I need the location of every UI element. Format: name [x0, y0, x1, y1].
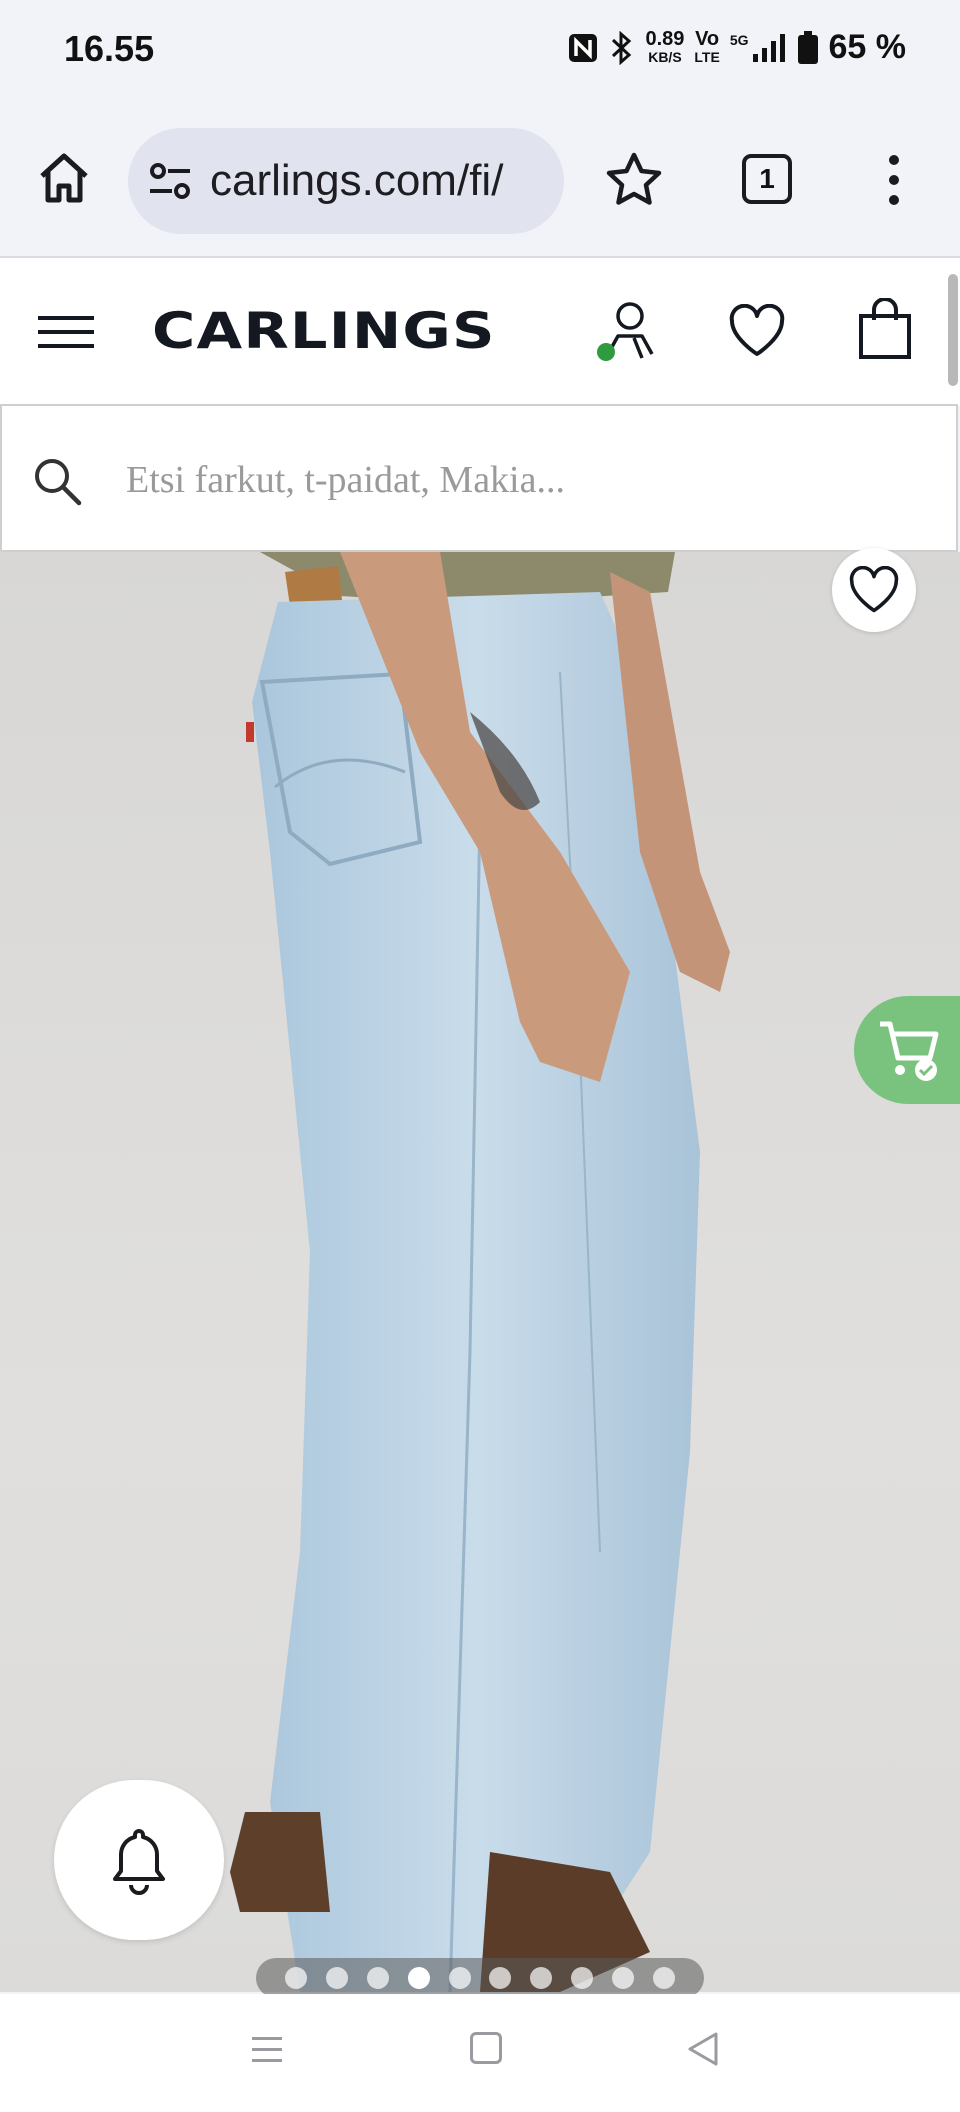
net-speed: 0.89 KB/S	[645, 27, 685, 65]
page-scrollbar[interactable]	[948, 274, 958, 386]
bell-icon	[113, 1829, 165, 1895]
cart-check-icon	[880, 1021, 939, 1081]
carousel-dot[interactable]	[530, 1967, 553, 1989]
hamburger-icon[interactable]	[38, 314, 94, 350]
shopping-bag-icon[interactable]	[858, 298, 912, 360]
cart-button[interactable]	[854, 996, 960, 1104]
more-vert-icon[interactable]	[880, 150, 908, 210]
star-icon[interactable]	[604, 150, 664, 210]
battery-icon	[797, 30, 818, 64]
search-bar	[0, 404, 958, 552]
recents-icon[interactable]	[250, 2032, 284, 2066]
heart-icon[interactable]	[728, 304, 786, 358]
carousel-dot[interactable]	[407, 1967, 430, 1989]
tune-icon[interactable]	[148, 159, 192, 203]
bluetooth-icon	[612, 30, 632, 65]
volte-indicator: Vo LTE	[694, 27, 720, 65]
url-text[interactable]: carlings.com/fi/	[210, 156, 550, 206]
carousel-dot[interactable]	[489, 1967, 512, 1989]
carousel-indicator[interactable]	[256, 1958, 704, 1998]
nfc-icon	[569, 33, 598, 62]
tab-switcher-button[interactable]: 1	[742, 154, 792, 204]
carousel-dot[interactable]	[448, 1967, 471, 1989]
signal-indicator: 5G	[730, 32, 787, 64]
signal-icon	[752, 33, 785, 62]
account-icon[interactable]	[592, 298, 662, 368]
notification-button[interactable]	[54, 1780, 224, 1940]
site-logo[interactable]: CARLINGS	[152, 302, 496, 360]
battery-level: 65 %	[828, 28, 907, 66]
carousel-dot[interactable]	[653, 1967, 676, 1989]
status-time: 16.55	[64, 28, 155, 69]
home-icon[interactable]	[36, 150, 92, 206]
jeans-photo	[230, 552, 730, 1992]
carousel-dot[interactable]	[366, 1967, 389, 1989]
system-nav-bar	[0, 1994, 960, 2112]
address-bar[interactable]: carlings.com/fi/	[128, 128, 564, 234]
back-icon[interactable]	[686, 2030, 720, 2068]
status-icons: 0.89 KB/S Vo LTE 5G 65 %	[567, 28, 906, 67]
carousel-dot[interactable]	[284, 1967, 307, 1989]
carousel-dot[interactable]	[325, 1967, 348, 1989]
site-header: CARLINGS	[0, 258, 960, 406]
favorite-button[interactable]	[832, 548, 916, 632]
nav-home-icon[interactable]	[470, 2032, 502, 2064]
search-icon[interactable]	[32, 456, 82, 506]
status-bar: 16.55 0.89 KB/S Vo LTE 5G 65 %	[0, 0, 960, 110]
search-input[interactable]	[124, 446, 908, 514]
carousel-dot[interactable]	[612, 1967, 635, 1989]
heart-icon	[849, 566, 899, 613]
browser-toolbar: carlings.com/fi/ 1	[0, 110, 960, 258]
carousel-dot[interactable]	[571, 1967, 594, 1989]
product-image[interactable]	[0, 552, 960, 1992]
